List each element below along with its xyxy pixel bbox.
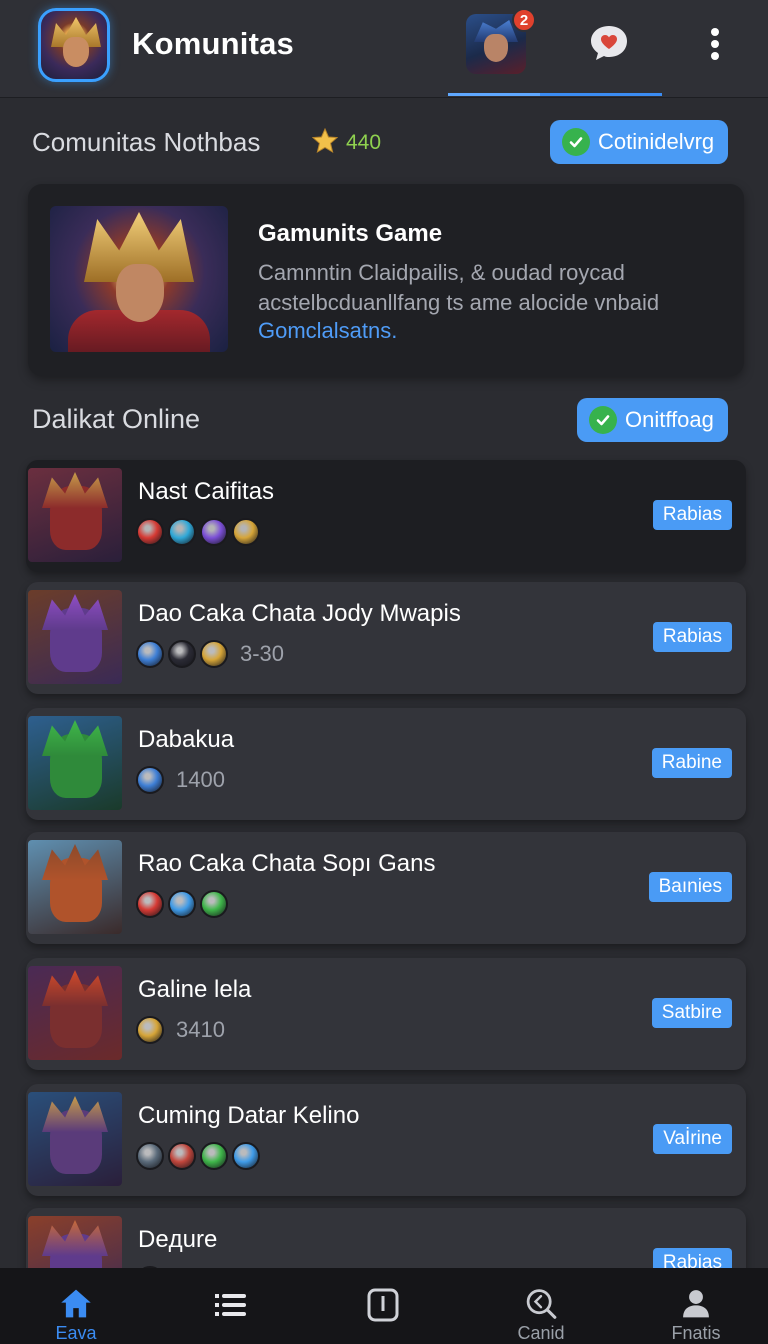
nav-item-info[interactable] [323,1268,443,1344]
list-item-name: Galine lela [138,976,252,1003]
list-item-thumbnail [28,468,122,562]
hero-emblem-icon [136,1016,164,1044]
list-item-gems: 3-30 [136,640,284,668]
profile-icon [683,1290,709,1318]
hero-emblem-icon [136,1142,164,1170]
list-item-thumbnail [28,840,122,934]
list-item-tag-button[interactable]: Satbire [651,998,732,1028]
list-item-gems [136,518,272,546]
check-circle-icon [589,406,617,434]
list-item-gems [136,890,240,918]
list-item-stat: 1400 [176,767,225,792]
list-item[interactable]: Nast Caifitas Rabias [26,460,746,572]
list-item-gems: 1400 [136,766,225,794]
list-item-tag-button[interactable]: Vaİrine [653,1124,732,1154]
nav-item-search[interactable]: Canid [481,1268,601,1344]
page-title: Komunitas [132,26,294,61]
list-item-thumbnail [28,716,122,810]
hero-emblem-icon [168,890,196,918]
hero-emblem-icon [200,518,228,546]
hero-emblem-icon [232,518,260,546]
hero-emblem-icon [136,890,164,918]
list-item-tag-button[interactable]: Rabias [652,500,732,530]
list-item-name: Dabakua [138,726,235,753]
star-icon [311,127,339,154]
online-action-label: Onitffoag [625,407,714,432]
featured-description: Camnntin Claidpailis, & oudad roycad acs… [258,260,660,315]
nav-item-list[interactable] [170,1268,290,1344]
hero-emblem-icon [136,518,164,546]
list-item-thumbnail [28,590,122,684]
chat-heart-icon[interactable] [588,22,630,64]
list-item-name: Cuming Datar Kelino [138,1102,360,1129]
list-item-gems: 3410 [136,1016,225,1044]
featured-title: Gamunits Game [258,220,443,247]
hero-emblem-icon [200,890,228,918]
app-logo[interactable] [38,8,110,82]
list-item[interactable]: Dao Caka Chata Jody Mwapis 3-30 Rabias [26,582,746,694]
hero-emblem-icon [136,766,164,794]
list-item-tag-button[interactable]: Baınies [648,872,732,902]
list-item-tag-button[interactable]: Rabine [651,748,732,778]
star-count: 440 [346,131,382,154]
home-icon [61,1289,91,1318]
hero-emblem-icon [168,518,196,546]
list-item-name: Deдure [138,1226,218,1253]
featured-game-card[interactable]: Gamunits Game Camnntin Claidpailis, & ou… [28,184,744,376]
list-item-name: Dao Caka Chata Jody Mwapis [138,600,461,627]
list-item-thumbnail [28,966,122,1060]
community-action-label: Cotinidelvrg [598,129,715,154]
list-item-thumbnail [28,1092,122,1186]
hero-emblem-icon [200,640,228,668]
more-options-icon[interactable] [700,24,730,64]
notification-badge: 2 [512,8,536,32]
featured-link[interactable]: Gomclalsatns. [258,318,397,344]
list-item-name: Rao Caka Chata Sopı Gans [138,850,436,877]
hero-emblem-icon [168,1142,196,1170]
tab-indicator [448,93,540,96]
list-item[interactable]: Cuming Datar Kelino Vaİrine [26,1084,746,1196]
list-item-tag-button[interactable]: Rabias [652,622,732,652]
list-item-gems [136,1142,272,1170]
hero-emblem-icon [232,1142,260,1170]
hero-emblem-icon [168,640,196,668]
list-item[interactable]: Rao Caka Chata Sopı Gans Baınies [26,832,746,944]
list-item-stat: 3410 [176,1017,225,1042]
list-item[interactable]: Dabakua 1400 Rabine [26,708,746,820]
online-action-button[interactable]: Onitffoag [577,398,728,442]
section-title-online: Dalikat Online [32,404,201,434]
hero-emblem-icon [136,640,164,668]
community-action-button[interactable]: Cotinidelvrg [550,120,729,164]
list-item-name: Nast Caifitas [138,478,275,505]
bottom-navigation: Eava Canid Fnatis [0,1268,768,1344]
list-icon [215,1294,246,1316]
featured-game-image [50,206,228,352]
hero-emblem-icon [200,1142,228,1170]
top-app-bar: Komunitas 2 [0,0,768,98]
nav-item-profile[interactable]: Fnatis [636,1268,756,1344]
nav-label-home: Eava [55,1323,97,1343]
nav-label-profile: Fnatis [671,1323,721,1343]
list-item[interactable]: Galine lela 3410 Satbire [26,958,746,1070]
tab-indicator-active [540,93,662,96]
search-icon [526,1289,557,1319]
nav-label-search: Canid [517,1323,565,1343]
nav-item-home[interactable]: Eava [16,1268,136,1344]
check-circle-icon [562,128,590,156]
list-item-stat: 3-30 [240,641,285,666]
info-box-icon [367,1288,399,1322]
section-title-community: Comunitas Nothbas [32,127,261,157]
